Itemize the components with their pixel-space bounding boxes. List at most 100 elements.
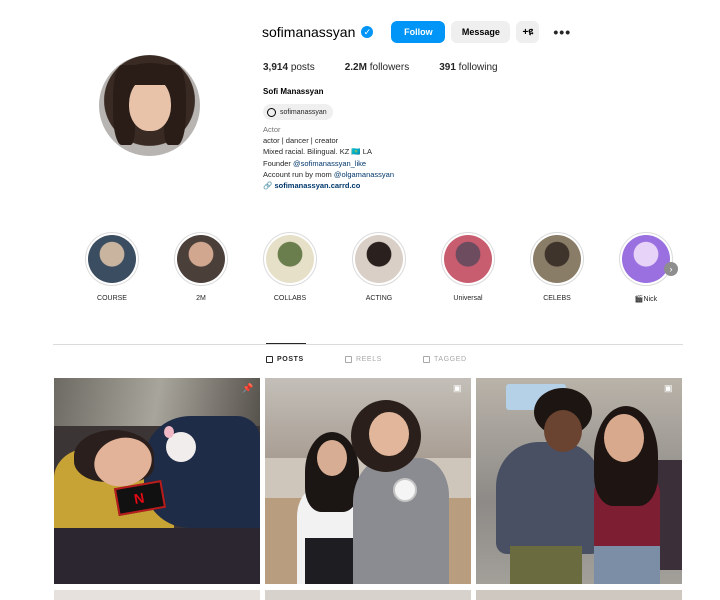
add-user-icon[interactable]: +ዩ xyxy=(516,21,540,43)
post-image-part xyxy=(544,410,582,452)
post-image-part xyxy=(369,412,409,456)
threads-badge[interactable]: sofimanassyan xyxy=(263,104,333,120)
post-image-part xyxy=(604,414,644,462)
tab-posts[interactable]: POSTS xyxy=(266,356,304,363)
reel-icon: ▣ xyxy=(453,383,462,393)
profile-header-row: sofimanassyan ✓ Follow Message +ዩ ••• xyxy=(262,20,571,44)
following-stat[interactable]: 391 following xyxy=(439,62,497,73)
story-highlights: COURSE 2M COLLABS ACTING Universal CELEB… xyxy=(84,232,684,312)
verified-badge-icon: ✓ xyxy=(361,26,374,38)
highlight-label: CELEBS xyxy=(543,295,571,302)
post-image-part xyxy=(144,416,260,528)
bio-link-text: sofimanassyan.carrd.co xyxy=(274,181,361,191)
post-thumbnail[interactable]: ▣ xyxy=(476,378,682,584)
bio-line: Account run by mom @olgamanassyan xyxy=(263,169,394,180)
avatar-hair xyxy=(123,63,177,85)
bio-line: Mixed racial. Bilingual. KZ 🇰🇿 LA xyxy=(263,147,372,157)
profile-stats: 3,914 posts 2.2M followers 391 following xyxy=(263,62,528,73)
highlight-ring xyxy=(619,232,673,286)
reels-icon xyxy=(345,356,352,363)
profile-tabs: POSTS REELS TAGGED xyxy=(53,356,683,368)
profile-avatar[interactable] xyxy=(99,55,200,156)
tab-label: TAGGED xyxy=(434,356,467,363)
post-image-part xyxy=(594,546,660,584)
highlight-ring xyxy=(174,232,228,286)
posts-label: posts xyxy=(290,62,315,73)
highlight-item[interactable]: Universal xyxy=(440,232,496,302)
tabs-divider xyxy=(53,344,683,345)
bio-text: Account run by mom xyxy=(263,169,334,179)
highlight-ring xyxy=(263,232,317,286)
highlight-label: ACTING xyxy=(365,295,393,302)
bio-line: Founder @sofimanassyan_like xyxy=(263,158,394,169)
bio-mention-link[interactable]: @olgamanassyan xyxy=(334,170,394,179)
bio-mention-link[interactable]: @sofimanassyan_like xyxy=(293,159,366,168)
highlight-ring xyxy=(352,232,406,286)
following-label: following xyxy=(458,62,498,73)
post-image-part xyxy=(54,528,260,584)
highlight-label: COLLABS xyxy=(273,295,307,302)
post-image-part xyxy=(496,442,602,554)
highlight-thumbnail xyxy=(444,235,492,283)
post-thumbnail[interactable]: N 📌 xyxy=(54,378,260,584)
posts-grid: N 📌 ▣ ▣ xyxy=(54,378,682,600)
highlight-label: Universal xyxy=(453,295,483,302)
netflix-logo: N xyxy=(132,489,146,507)
bio-line: actor | dancer | creator xyxy=(263,136,339,146)
post-image-part xyxy=(164,426,174,438)
highlight-thumbnail xyxy=(355,235,403,283)
reel-icon: ▣ xyxy=(664,383,673,393)
highlight-thumbnail xyxy=(622,235,670,283)
follow-button[interactable]: Follow xyxy=(391,21,446,43)
tab-reels[interactable]: REELS xyxy=(345,356,382,363)
post-image-part xyxy=(317,440,347,476)
pin-icon: 📌 xyxy=(242,383,254,393)
highlight-ring xyxy=(441,232,495,286)
more-options-icon[interactable]: ••• xyxy=(553,24,571,40)
username: sofimanassyan xyxy=(262,24,356,40)
followers-label: followers xyxy=(369,62,410,73)
highlight-ring xyxy=(530,232,584,286)
bio-text: Founder xyxy=(263,158,294,168)
highlight-thumbnail xyxy=(88,235,136,283)
highlights-next-icon[interactable]: › xyxy=(664,262,678,276)
post-image-part xyxy=(510,546,582,584)
post-image-part xyxy=(353,458,449,584)
posts-stat: 3,914 posts xyxy=(263,62,315,73)
highlight-item[interactable]: COURSE xyxy=(84,232,140,302)
post-thumbnail[interactable] xyxy=(476,590,682,600)
highlight-label: 2M xyxy=(196,295,206,302)
active-tab-indicator xyxy=(266,343,306,344)
highlight-thumbnail xyxy=(266,235,314,283)
highlight-item[interactable]: COLLABS xyxy=(262,232,318,302)
tab-tagged[interactable]: TAGGED xyxy=(423,356,467,363)
highlight-ring xyxy=(85,232,139,286)
tagged-icon xyxy=(423,356,430,363)
grid-icon xyxy=(266,356,273,363)
followers-count: 2.2M xyxy=(344,62,367,73)
highlight-item[interactable]: 2M xyxy=(173,232,229,302)
posts-count: 3,914 xyxy=(263,62,289,73)
highlight-label: 🎬Nick xyxy=(634,296,658,303)
bio: Actor actor | dancer | creator Mixed rac… xyxy=(263,124,394,191)
bio-external-link[interactable]: 🔗 sofimanassyan.carrd.co xyxy=(263,180,394,191)
post-thumbnail[interactable]: ▣ xyxy=(265,378,471,584)
post-thumbnail[interactable] xyxy=(265,590,471,600)
avatar-face xyxy=(129,77,171,131)
full-name: Sofi Manassyan xyxy=(263,87,324,96)
message-button[interactable]: Message xyxy=(451,21,511,43)
link-icon: 🔗 xyxy=(263,181,273,191)
followers-stat[interactable]: 2.2M followers xyxy=(345,62,409,73)
following-count: 391 xyxy=(439,62,456,73)
threads-icon xyxy=(267,107,276,117)
post-image-part xyxy=(305,538,359,584)
post-thumbnail[interactable] xyxy=(54,590,260,600)
bio-category: Actor xyxy=(263,125,281,134)
tab-label: POSTS xyxy=(277,356,304,363)
highlight-item[interactable]: CELEBS xyxy=(529,232,585,302)
highlight-label: COURSE xyxy=(97,295,127,302)
highlight-thumbnail xyxy=(533,235,581,283)
highlight-item[interactable]: ACTING xyxy=(351,232,407,302)
highlight-thumbnail xyxy=(177,235,225,283)
threads-handle: sofimanassyan xyxy=(280,108,327,116)
